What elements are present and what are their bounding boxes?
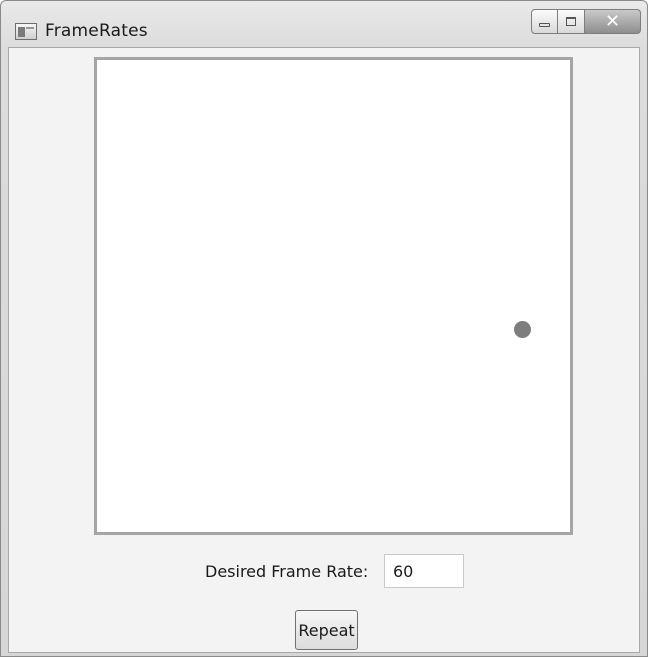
close-icon: ✕ [604, 11, 621, 32]
client-area: Desired Frame Rate: Repeat [8, 47, 640, 653]
frame-rate-label: Desired Frame Rate: [205, 562, 369, 581]
animation-canvas [94, 57, 573, 535]
animated-ball [514, 321, 531, 338]
minimize-icon [539, 22, 550, 27]
window-app-icon[interactable] [15, 23, 37, 40]
maximize-icon [566, 17, 576, 26]
repeat-button[interactable]: Repeat [295, 610, 358, 650]
frame-rate-row: Desired Frame Rate: [9, 553, 641, 589]
window-title: FrameRates [45, 21, 148, 41]
close-button[interactable]: ✕ [585, 9, 641, 34]
maximize-button[interactable] [558, 9, 585, 34]
title-bar[interactable]: FrameRates ✕ [1, 1, 647, 47]
app-window: FrameRates ✕ Desired Frame Rate: Repeat [0, 0, 648, 657]
caption-buttons: ✕ [531, 9, 641, 34]
minimize-button[interactable] [531, 9, 558, 34]
frame-rate-input[interactable] [384, 554, 464, 588]
